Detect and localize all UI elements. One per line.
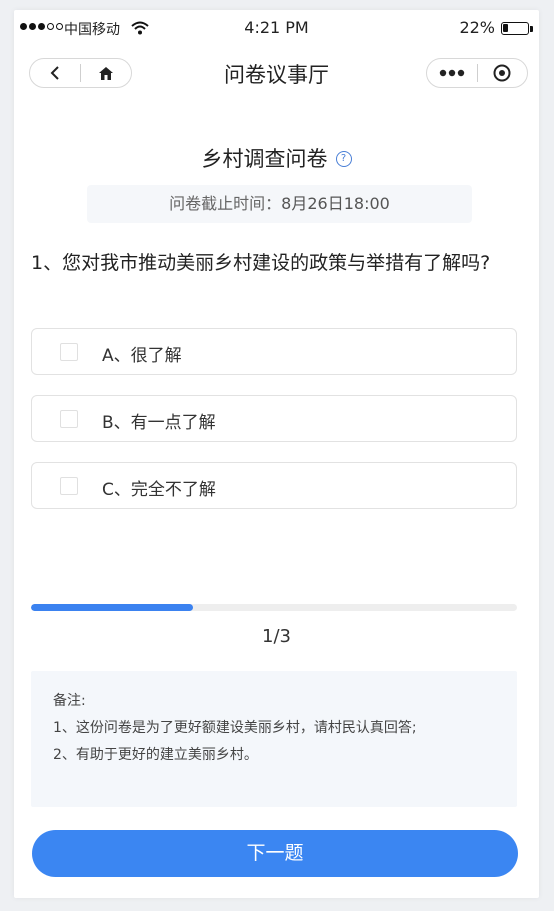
nav-capsule-right [426,58,528,88]
option-b[interactable]: B、有一点了解 [31,395,517,442]
battery-icon [501,22,529,35]
deadline-value: 8月26日18:00 [281,194,390,213]
close-miniprogram-button[interactable] [478,59,528,87]
target-icon [493,64,511,82]
notes-title: 备注: [53,693,86,709]
battery-tip [530,26,533,32]
progress-text: 1/3 [262,626,291,647]
more-icon [439,69,464,77]
deadline-banner: 问卷截止时间：8月26日18:00 [87,185,472,223]
deadline-label: 问卷截止时间： [169,194,282,213]
survey-header: 乡村调查问卷? [14,143,539,173]
status-bar: 中国移动 4:21 PM 22% [14,10,539,46]
more-button[interactable] [427,59,477,87]
option-label: C、完全不了解 [102,480,216,500]
option-label: B、有一点了解 [102,413,216,433]
option-a[interactable]: A、很了解 [31,328,517,375]
phone-screen: 中国移动 4:21 PM 22% 问卷议事厅 乡村调查问卷 ? 问卷截止时间：8… [14,10,539,898]
option-c[interactable]: C、完全不了解 [31,462,517,509]
progress-bar [31,604,517,611]
survey-title: 乡村调查问卷 [201,147,328,171]
notes-line-2: 2、有助于更好的建立美丽乡村。 [53,747,258,763]
battery-percent: 22% [459,18,495,37]
next-question-button[interactable]: 下一题 [32,830,518,877]
checkbox[interactable] [60,343,78,361]
help-icon[interactable]: ? [335,151,352,167]
checkbox[interactable] [60,477,78,495]
progress-fill [31,604,193,611]
notes-box: 备注: 1、这份问卷是为了更好额建设美丽乡村，请村民认真回答; 2、有助于更好的… [31,671,517,807]
notes-line-1: 1、这份问卷是为了更好额建设美丽乡村，请村民认真回答; [53,720,417,736]
option-label: A、很了解 [102,346,182,366]
checkbox[interactable] [60,410,78,428]
nav-bar: 问卷议事厅 [14,46,539,98]
question-text: 1、您对我市推动美丽乡村建设的政策与举措有了解吗? [31,252,491,274]
